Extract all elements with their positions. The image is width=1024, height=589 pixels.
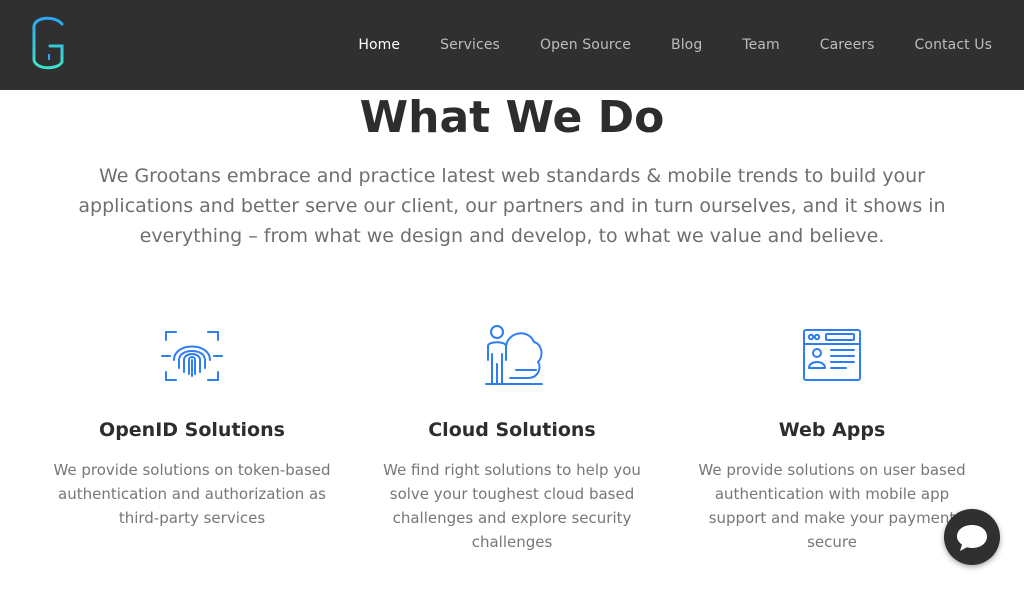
chat-button[interactable]	[944, 509, 1000, 565]
card-description: We provide solutions on token-based auth…	[53, 461, 331, 527]
card-web-apps: Web Apps We provide solutions on user ba…	[682, 320, 982, 554]
web-profile-icon	[803, 329, 861, 381]
main-nav: Home Services Open Source Blog Team Care…	[358, 0, 992, 90]
card-description: We provide solutions on user based authe…	[698, 461, 966, 551]
card-description: We find right solutions to help you solv…	[383, 461, 641, 551]
nav-open-source[interactable]: Open Source	[540, 37, 631, 53]
card-cloud: Cloud Solutions We find right solutions …	[362, 320, 662, 554]
fingerprint-icon	[161, 331, 223, 381]
section-title: What We Do	[359, 92, 665, 143]
nav-contact-us[interactable]: Contact Us	[915, 37, 992, 53]
nav-careers[interactable]: Careers	[820, 37, 875, 53]
card-title: Web Apps	[778, 419, 886, 441]
section-intro: We Grootans embrace and practice latest …	[78, 165, 946, 247]
grootan-logo[interactable]	[30, 14, 68, 72]
nav-home[interactable]: Home	[358, 37, 400, 53]
cloud-person-icon	[485, 325, 543, 385]
nav-blog[interactable]: Blog	[671, 37, 702, 53]
card-openid: OpenID Solutions We provide solutions on…	[42, 320, 342, 530]
card-title: Cloud Solutions	[428, 419, 596, 441]
card-title: OpenID Solutions	[99, 419, 285, 441]
chat-bubble-icon	[957, 525, 987, 551]
nav-services[interactable]: Services	[440, 37, 500, 53]
navbar: Home Services Open Source Blog Team Care…	[0, 0, 1024, 90]
nav-team[interactable]: Team	[742, 37, 779, 53]
